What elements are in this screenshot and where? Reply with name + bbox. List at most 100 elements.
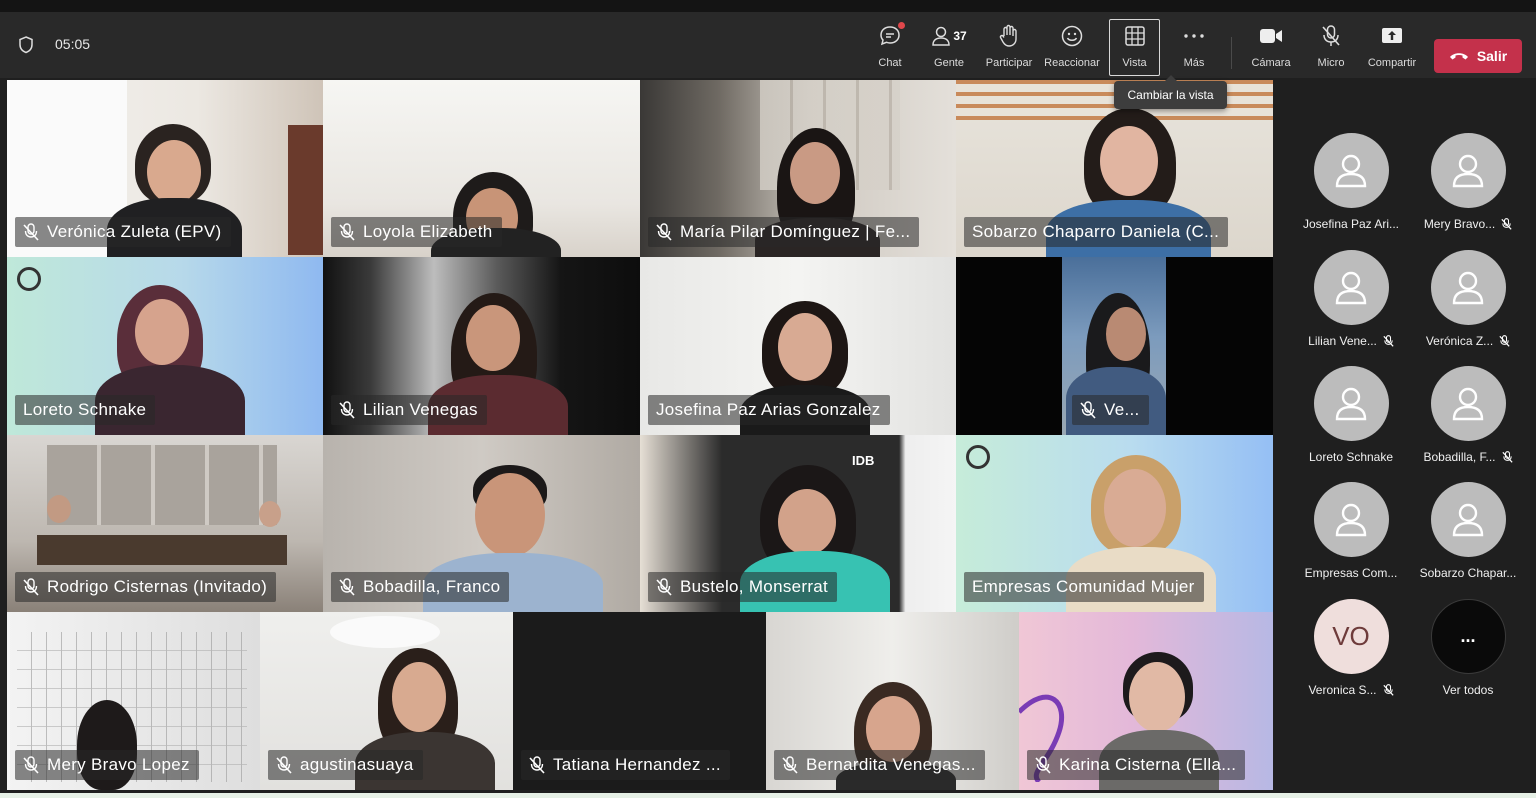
participant-name: Verónica Z...	[1425, 334, 1494, 348]
idb-logo: IDB	[852, 453, 875, 468]
mic-muted-icon	[1501, 451, 1513, 463]
participant-avatar-card[interactable]: VO Veronica S...	[1296, 599, 1406, 697]
more-button[interactable]: Más	[1179, 20, 1209, 72]
video-tile[interactable]: Josefina Paz Arias Gonzalez	[640, 257, 956, 435]
video-tile[interactable]: Bobadilla, Franco	[323, 435, 640, 612]
video-tile[interactable]: Karina Cisterna (Ella...	[1019, 612, 1273, 790]
video-tile[interactable]: Loreto Schnake	[7, 257, 323, 435]
mic-off-icon	[1318, 23, 1344, 49]
camera-button[interactable]: Cámara	[1250, 20, 1292, 72]
leave-label: Salir	[1476, 48, 1508, 64]
participant-name: Tatiana Hernandez ...	[553, 755, 721, 774]
grid-view-icon	[1122, 23, 1148, 49]
person-icon	[1452, 271, 1484, 304]
avatar-initials: VO	[1313, 599, 1389, 674]
person-icon	[1335, 503, 1367, 536]
participant-name: Veronica S...	[1308, 683, 1377, 697]
participant-avatar-card[interactable]: Sobarzo Chapar...	[1413, 482, 1523, 580]
see-all-button[interactable]: ... Ver todos	[1413, 599, 1523, 697]
people-button[interactable]: 37 Gente	[928, 20, 970, 72]
avatar	[1430, 482, 1506, 557]
chat-button[interactable]: Chat	[873, 20, 907, 72]
share-label: Compartir	[1367, 57, 1417, 69]
participant-avatar-card[interactable]: Bobadilla, F...	[1413, 366, 1523, 464]
face	[392, 662, 446, 732]
mic-muted-icon	[339, 401, 355, 419]
participant-name: Bobadilla, Franco	[363, 577, 501, 596]
participant-name: Josefina Paz Arias Gonzalez	[656, 400, 881, 419]
view-tooltip: Cambiar la vista	[1114, 75, 1227, 109]
participant-name-tag: Bustelo, Monserrat	[648, 572, 838, 602]
window-top-strip	[0, 0, 1536, 12]
video-tile[interactable]: Bernardita Venegas...	[766, 612, 1019, 790]
participant-avatar-card[interactable]: Mery Bravo...	[1413, 133, 1523, 231]
participant-avatar-card[interactable]: Lilian Vene...	[1296, 250, 1406, 348]
participant-avatar-card[interactable]: Verónica Z...	[1413, 250, 1523, 348]
video-tile[interactable]: Lilian Venegas	[323, 257, 640, 435]
participant-name: Empresas Comunidad Mujer	[972, 577, 1195, 596]
bottom-edge	[0, 793, 1536, 798]
video-tile[interactable]: Ve...	[956, 257, 1273, 435]
avatar-label: Verónica Z...	[1426, 334, 1510, 348]
participant-name: Sobarzo Chaparro Daniela (C...	[972, 222, 1220, 241]
participant-name-tag: Bernardita Venegas...	[774, 750, 985, 780]
participant-name: Lilian Venegas	[363, 400, 478, 419]
participant-avatar-card[interactable]: Josefina Paz Ari...	[1296, 133, 1406, 231]
company-logo-icon	[966, 445, 990, 469]
shield-icon	[19, 36, 33, 54]
company-logo-icon	[17, 267, 41, 291]
video-tile[interactable]: Mery Bravo Lopez	[7, 612, 260, 790]
participant-name-tag: Sobarzo Chaparro Daniela (C...	[964, 217, 1229, 247]
mic-muted-icon	[782, 756, 798, 774]
camera-label: Cámara	[1251, 57, 1291, 69]
avatar-label: Josefina Paz Ari...	[1303, 217, 1399, 231]
face	[778, 489, 836, 555]
participant-name: agustinasuaya	[300, 755, 414, 774]
participant-name: Josefina Paz Ari...	[1302, 217, 1400, 231]
mic-button[interactable]: Micro	[1314, 20, 1348, 72]
avatar	[1430, 366, 1506, 441]
video-tile[interactable]: Loyola Elizabeth	[323, 80, 640, 257]
react-button[interactable]: Reaccionar	[1043, 20, 1101, 72]
video-tile[interactable]: Rodrigo Cisternas (Invitado)	[7, 435, 323, 612]
face	[466, 305, 520, 371]
participant-avatar-card[interactable]: Loreto Schnake	[1296, 366, 1406, 464]
video-tile[interactable]: agustinasuaya	[260, 612, 513, 790]
person-icon	[1335, 271, 1367, 304]
avatar	[1430, 250, 1506, 325]
unread-dot	[898, 22, 905, 29]
person-icon	[1452, 503, 1484, 536]
avatar	[1313, 133, 1389, 208]
participant-name-tag: Loyola Elizabeth	[331, 217, 502, 247]
mic-muted-icon	[1501, 218, 1512, 230]
raise-hand-button[interactable]: Participar	[984, 20, 1034, 72]
video-tile[interactable]: María Pilar Domínguez | Fe...	[640, 80, 956, 257]
participant-name: Empresas Com...	[1304, 566, 1398, 580]
share-button[interactable]: Compartir	[1365, 20, 1419, 72]
participant-name-tag: Empresas Comunidad Mujer	[964, 572, 1204, 602]
participant-name-tag: Mery Bravo Lopez	[15, 750, 199, 780]
face	[1129, 662, 1185, 732]
participant-name: Karina Cisterna (Ella...	[1059, 755, 1237, 774]
avatar	[1313, 366, 1389, 441]
participant-avatar-card[interactable]: Empresas Com...	[1296, 482, 1406, 580]
view-button[interactable]: Vista	[1109, 19, 1160, 76]
participant-name-tag: María Pilar Domínguez | Fe...	[648, 217, 920, 247]
participant-name-tag: Verónica Zuleta (EPV)	[15, 217, 231, 247]
video-tile[interactable]: Tatiana Hernandez ...	[513, 612, 766, 790]
participant-name: Mery Bravo...	[1423, 217, 1496, 231]
participant-name: Bernardita Venegas...	[806, 755, 976, 774]
participant-name-tag: Rodrigo Cisternas (Invitado)	[15, 572, 277, 602]
mic-muted-icon	[1382, 684, 1394, 696]
video-tile[interactable]: Empresas Comunidad Mujer	[956, 435, 1273, 612]
more-dots-icon	[1181, 23, 1207, 49]
windows	[47, 445, 277, 525]
cabinet	[288, 125, 323, 255]
chat-label: Chat	[878, 57, 902, 69]
video-tile[interactable]: IDB Bustelo, Monserrat	[640, 435, 956, 612]
leave-button[interactable]: Salir	[1434, 39, 1522, 73]
see-all-label: Ver todos	[1442, 683, 1494, 697]
video-tile[interactable]: Verónica Zuleta (EPV)	[7, 80, 323, 257]
mic-muted-icon	[339, 578, 355, 596]
participant-name-tag: Ve...	[1072, 395, 1149, 425]
